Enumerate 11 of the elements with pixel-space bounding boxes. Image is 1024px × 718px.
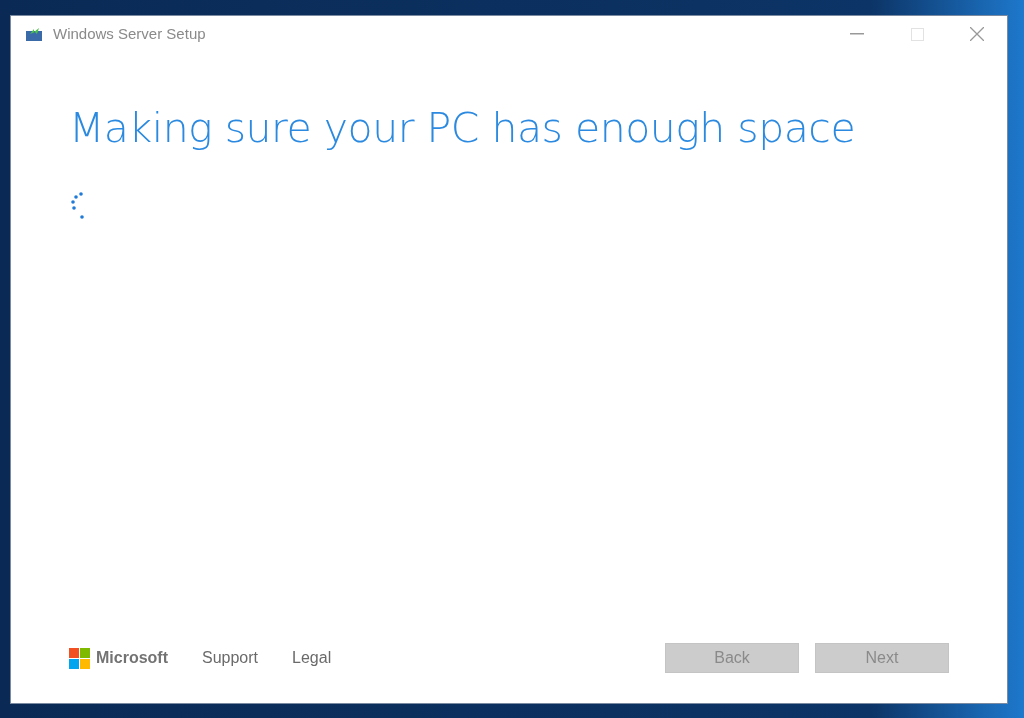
- minimize-icon: [850, 33, 864, 35]
- footer-link[interactable]: Legal: [292, 646, 332, 670]
- brand-name: Microsoft: [96, 648, 168, 668]
- maximize-icon: [910, 27, 924, 41]
- page-heading: Making sure your PC has enough space: [69, 103, 857, 154]
- close-icon: [970, 27, 984, 41]
- window-title: Windows Server Setup: [53, 23, 206, 44]
- microsoft-logo-icon: [69, 647, 90, 669]
- loading-spinner-icon: [69, 192, 87, 220]
- footer-link[interactable]: Support: [202, 646, 259, 670]
- setup-icon: [25, 26, 43, 42]
